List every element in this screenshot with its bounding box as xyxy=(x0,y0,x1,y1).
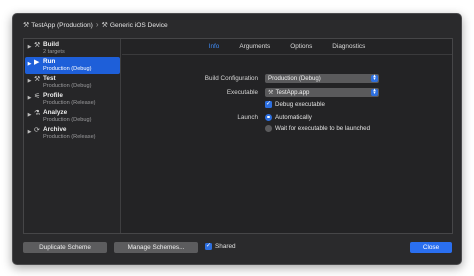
launch-automatically-radio[interactable] xyxy=(265,113,272,121)
scheme-action-sidebar: ▶ ⚒ Build 2 targets ▶ ▶ Run Production (… xyxy=(24,39,121,233)
sidebar-item-sublabel: Production (Release) xyxy=(43,99,96,106)
breadcrumb-separator: › xyxy=(95,20,99,29)
debug-executable-row: ✓ Debug executable xyxy=(122,99,452,109)
tab-bar: Info Arguments Options Diagnostics xyxy=(122,39,452,55)
launch-wait-row: Wait for executable to be launched xyxy=(122,123,452,133)
analyze-icon: ⚗ xyxy=(34,110,41,117)
chevron-updown-icon: ▴ ▾ xyxy=(371,73,378,82)
launch-automatically-label: Automatically xyxy=(275,113,312,121)
shared-checkbox[interactable]: ✓ xyxy=(205,243,212,250)
build-configuration-value: Production (Debug) xyxy=(268,74,321,82)
destination-crumb[interactable]: ⚒ Generic iOS Device xyxy=(101,21,168,30)
disclosure-triangle-icon[interactable]: ▶ xyxy=(25,59,34,67)
sidebar-item-sublabel: Production (Debug) xyxy=(43,65,92,72)
destination-name: Generic iOS Device xyxy=(109,21,168,29)
sidebar-item-sublabel: Production (Debug) xyxy=(43,116,92,123)
app-icon: ⚒ xyxy=(268,88,274,96)
close-button[interactable]: Close xyxy=(410,242,452,253)
sidebar-item-sublabel: 2 targets xyxy=(43,48,65,55)
debug-executable-checkbox[interactable]: ✓ xyxy=(265,100,272,108)
executable-value: TestApp.app xyxy=(275,88,310,96)
launch-wait-label: Wait for executable to be launched xyxy=(275,124,371,132)
disclosure-triangle-icon[interactable]: ▶ xyxy=(25,127,34,135)
archive-icon: ⟳ xyxy=(34,127,40,134)
disclosure-triangle-icon[interactable]: ▶ xyxy=(25,76,34,84)
play-icon: ▶ xyxy=(34,59,40,66)
shared-toggle[interactable]: ✓ Shared xyxy=(205,243,236,250)
chevron-updown-icon: ▴ ▾ xyxy=(371,87,378,96)
sidebar-item-sublabel: Production (Release) xyxy=(43,133,96,140)
shared-label: Shared xyxy=(215,243,236,250)
disclosure-triangle-icon[interactable]: ▶ xyxy=(25,110,34,118)
tab-info[interactable]: Info xyxy=(199,39,230,54)
sidebar-item-run[interactable]: ▶ ▶ Run Production (Debug) xyxy=(25,57,120,74)
disclosure-triangle-icon[interactable]: ▶ xyxy=(25,93,34,101)
build-configuration-label: Build Configuration xyxy=(204,74,258,82)
wrench-icon: ⚒ xyxy=(34,76,41,83)
scheme-editor-window: ⚒ TestApp (Production) › ⚒ Generic iOS D… xyxy=(12,13,462,265)
duplicate-scheme-button[interactable]: Duplicate Scheme xyxy=(23,242,107,253)
sidebar-item-archive[interactable]: ▶ ⟳ Archive Production (Release) xyxy=(25,125,120,142)
launch-wait-radio[interactable] xyxy=(265,124,272,132)
sidebar-item-test[interactable]: ▶ ⚒ Test Production (Debug) xyxy=(25,74,120,91)
scheme-content: ▶ ⚒ Build 2 targets ▶ ▶ Run Production (… xyxy=(23,38,453,234)
scheme-name: TestApp (Production) xyxy=(31,21,93,29)
build-configuration-popup[interactable]: Production (Debug) ▴ ▾ xyxy=(265,73,379,83)
executable-label: Executable xyxy=(226,88,258,96)
launch-row: Launch Automatically xyxy=(122,112,452,122)
instruments-icon: ⚟ xyxy=(34,93,41,100)
launch-label: Launch xyxy=(237,113,258,121)
tab-diagnostics[interactable]: Diagnostics xyxy=(322,39,375,54)
executable-row: Executable ⚒ TestApp.app ▴ ▾ xyxy=(122,87,452,97)
debug-executable-label: Debug executable xyxy=(275,100,325,108)
sidebar-item-build[interactable]: ▶ ⚒ Build 2 targets xyxy=(25,40,120,57)
disclosure-triangle-icon[interactable]: ▶ xyxy=(25,42,34,50)
tab-arguments[interactable]: Arguments xyxy=(229,39,280,54)
sidebar-item-analyze[interactable]: ▶ ⚗ Analyze Production (Debug) xyxy=(25,108,120,125)
scheme-crumb[interactable]: ⚒ TestApp (Production) xyxy=(23,21,93,30)
build-configuration-row: Build Configuration Production (Debug) ▴… xyxy=(122,73,452,83)
sidebar-item-profile[interactable]: ▶ ⚟ Profile Production (Release) xyxy=(25,91,120,108)
hammer-icon: ⚒ xyxy=(101,22,108,29)
app-icon: ⚒ xyxy=(23,22,30,29)
executable-popup[interactable]: ⚒ TestApp.app ▴ ▾ xyxy=(265,87,379,97)
hammer-icon: ⚒ xyxy=(34,42,41,49)
manage-schemes-button[interactable]: Manage Schemes... xyxy=(114,242,198,253)
tab-options[interactable]: Options xyxy=(280,39,322,54)
breadcrumb: ⚒ TestApp (Production) › ⚒ Generic iOS D… xyxy=(23,20,168,30)
sidebar-item-sublabel: Production (Debug) xyxy=(43,82,92,89)
